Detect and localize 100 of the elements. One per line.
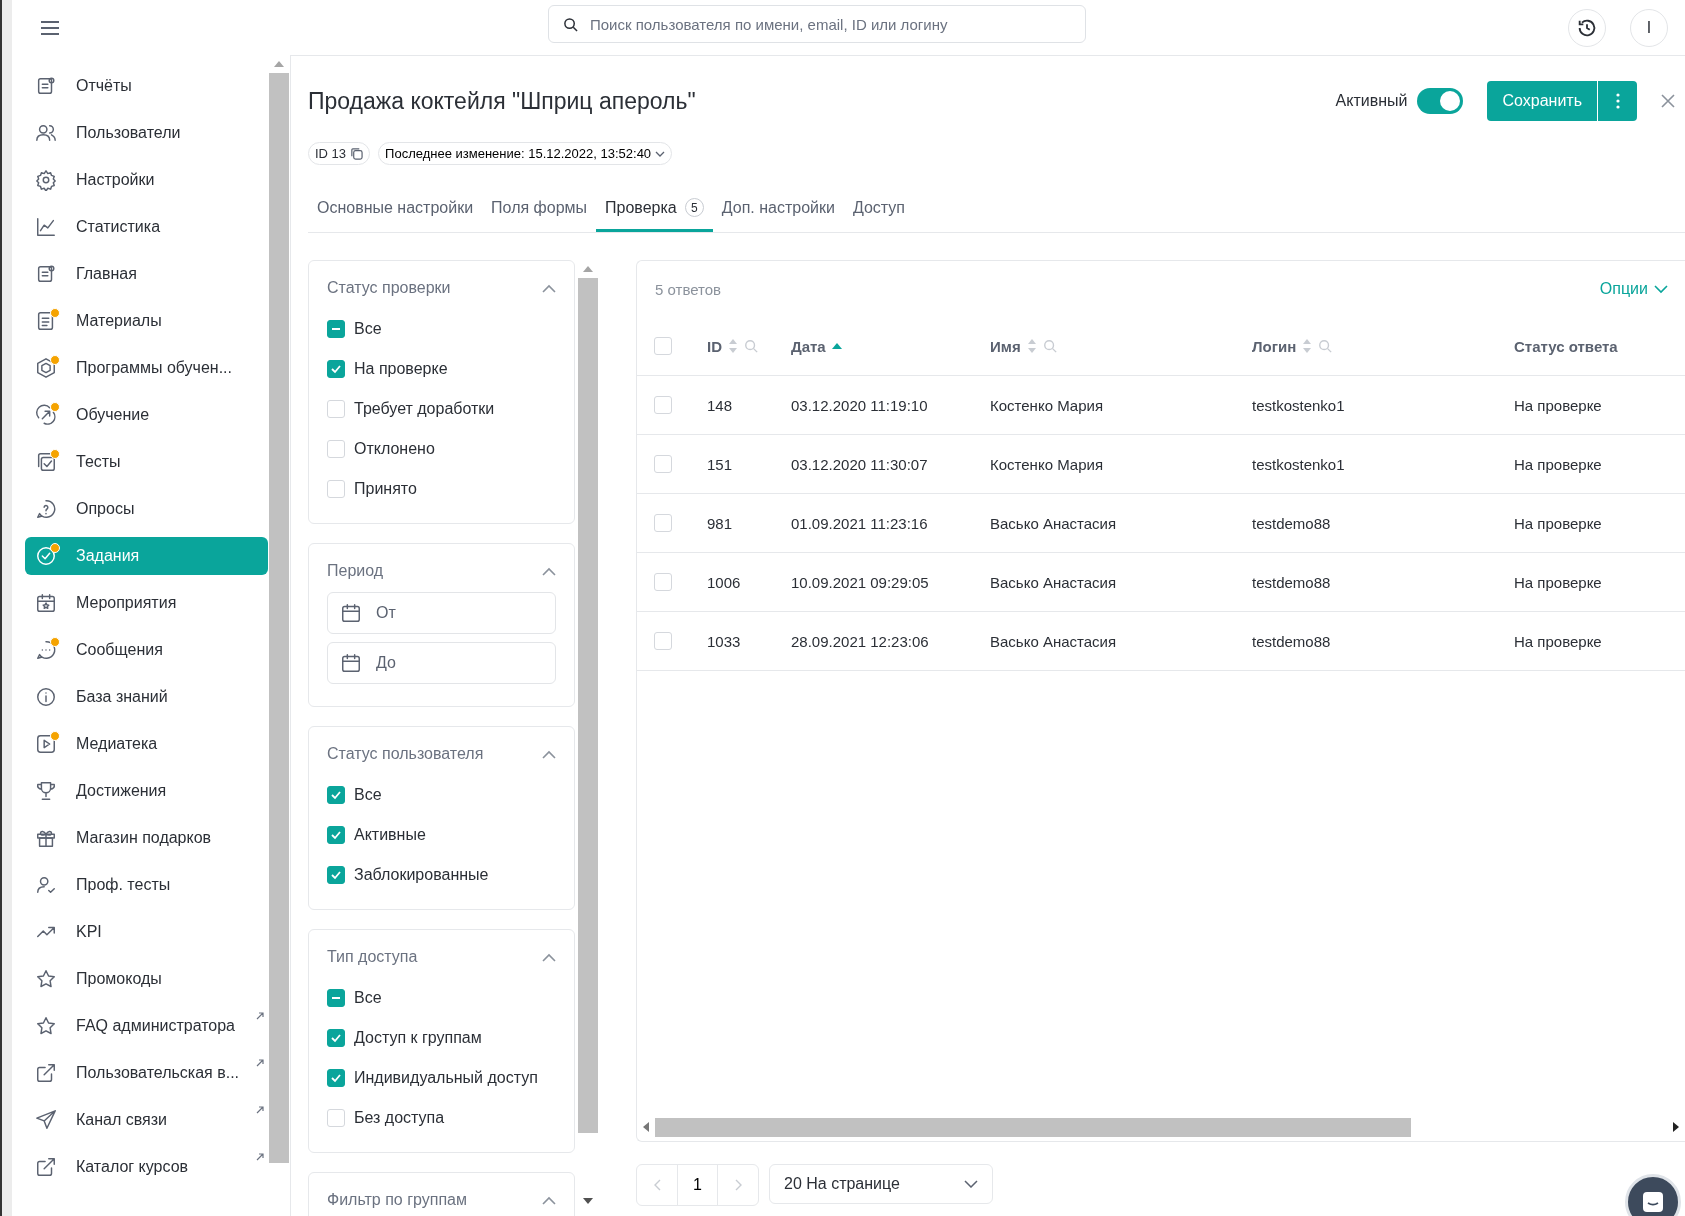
column-header[interactable]: Логин	[1252, 337, 1297, 355]
date-picker[interactable]: От	[327, 592, 556, 634]
sidebar-item[interactable]: Магазин подарков	[25, 819, 268, 857]
page-title: Продажа коктейля "Шприц апероль"	[308, 87, 697, 115]
page-size-select[interactable]: 20 На странице	[769, 1164, 993, 1204]
close-button[interactable]	[1661, 94, 1675, 108]
date-picker[interactable]: До	[327, 642, 556, 684]
trophy-icon	[35, 780, 57, 802]
table-cell: 1033	[707, 632, 741, 650]
line-chart-icon	[35, 216, 57, 238]
users-icon	[35, 122, 57, 144]
filter-title: Статус проверки	[327, 279, 451, 297]
sort-icon[interactable]	[1026, 339, 1037, 353]
sidebar-item[interactable]: Каталог курсов	[25, 1148, 268, 1186]
chevron-up-icon[interactable]	[542, 952, 556, 962]
sidebar-item[interactable]: Проф. тесты	[25, 866, 268, 904]
option-label: Доступ к группам	[354, 1029, 482, 1047]
sidebar-item[interactable]: Тесты	[25, 443, 268, 481]
column-header[interactable]: Имя	[990, 337, 1021, 355]
checkbox[interactable]	[327, 1069, 345, 1087]
chat-button[interactable]	[1625, 1174, 1681, 1216]
chevron-down-icon	[964, 1180, 978, 1188]
sidebar-item[interactable]: Достижения	[25, 772, 268, 810]
sidebar-item[interactable]: Программы обучен...	[25, 349, 268, 387]
active-toggle[interactable]	[1417, 88, 1464, 114]
sidebar-item[interactable]: Материалы	[25, 302, 268, 340]
chevron-up-icon[interactable]	[542, 749, 556, 759]
tab[interactable]: Проверка 5	[596, 189, 713, 232]
table-cell: На проверке	[1514, 455, 1602, 473]
search-box[interactable]: Поиск пользователя по имени, email, ID или логину	[548, 5, 1086, 43]
sort-ascending-icon[interactable]	[831, 343, 842, 349]
answer-count: 5 ответов	[655, 280, 722, 298]
sidebar-item[interactable]: Сообщения	[25, 631, 268, 669]
checkbox[interactable]	[327, 786, 345, 804]
sidebar-item[interactable]: База знаний	[25, 678, 268, 716]
sidebar-item[interactable]: Медиатека	[25, 725, 268, 763]
date-field[interactable]: До	[374, 653, 498, 673]
sidebar-item[interactable]: Отчёты	[25, 67, 268, 105]
sort-icon[interactable]	[728, 339, 738, 353]
sidebar-item[interactable]: Канал связи	[25, 1101, 268, 1139]
sidebar-item[interactable]: Пользовательская в...	[25, 1054, 268, 1092]
menu-icon	[40, 19, 60, 36]
chevron-left-icon	[653, 1179, 661, 1191]
table-cell: 981	[707, 514, 733, 532]
search-field[interactable]: Поиск пользователя по имени, email, ID или логину	[588, 14, 1071, 34]
date-field[interactable]: От	[374, 603, 498, 623]
check-icon	[330, 869, 342, 881]
tab[interactable]: Доп. настройки	[712, 189, 844, 232]
search-icon[interactable]	[563, 16, 578, 32]
sidebar-item[interactable]: Статистика	[25, 208, 268, 246]
sidebar-item[interactable]: Опросы	[25, 490, 268, 528]
table-cell: На проверке	[1514, 632, 1602, 650]
sidebar-item[interactable]: Обучение	[25, 396, 268, 434]
sidebar-item[interactable]: Настройки	[25, 161, 268, 199]
checkbox[interactable]	[327, 866, 345, 884]
sidebar-item[interactable]: Главная	[25, 255, 268, 293]
chevron-up-icon[interactable]	[542, 283, 556, 293]
tab[interactable]: Поля формы	[482, 189, 597, 232]
sidebar-item[interactable]: Пользователи	[25, 114, 268, 152]
more-icon	[1615, 93, 1620, 109]
chevron-up-icon[interactable]	[542, 566, 556, 576]
external-link-icon	[35, 1062, 57, 1084]
table-cell: 28.09.2021 12:23:06	[791, 632, 929, 650]
paper-plane-icon	[35, 1109, 57, 1131]
tab[interactable]: Доступ	[843, 189, 914, 232]
chat-icon	[1640, 1189, 1666, 1215]
copy-icon[interactable]	[350, 147, 364, 160]
option-label: Без доступа	[354, 1109, 445, 1127]
sidebar-item[interactable]: Мероприятия	[25, 584, 268, 622]
checkbox[interactable]	[327, 826, 345, 844]
option-label: Заблокированные	[354, 866, 489, 884]
option-label: Все	[354, 320, 382, 338]
sidebar-item[interactable]: KPI	[25, 913, 268, 951]
column-header[interactable]: Дата	[791, 337, 826, 355]
avatar-button[interactable]: I	[1630, 8, 1668, 47]
checkbox[interactable]	[327, 360, 345, 378]
more-button[interactable]	[1597, 81, 1637, 121]
last-change-dropdown[interactable]: Последнее изменение: 15.12.2022, 13:52:40	[378, 142, 673, 165]
sidebar-item[interactable]: FAQ администратора	[25, 1007, 268, 1045]
sidebar-item[interactable]: Промокоды	[25, 960, 268, 998]
chevron-up-icon[interactable]	[542, 1195, 556, 1205]
checkbox[interactable]	[327, 989, 345, 1007]
option-label: Все	[354, 989, 382, 1007]
calendar-icon	[340, 602, 362, 624]
table-cell: Васько Анастасия	[990, 632, 1117, 650]
chevron-down-icon	[655, 150, 666, 157]
history-button[interactable]	[1568, 8, 1606, 47]
option-label: Требует доработки	[354, 400, 495, 418]
table-cell: 148	[707, 396, 733, 414]
tab[interactable]: Основные настройки	[308, 189, 483, 232]
checkbox[interactable]	[327, 1029, 345, 1047]
column-header[interactable]: ID	[707, 337, 722, 355]
checkbox[interactable]	[327, 320, 345, 338]
play-icon	[35, 733, 57, 755]
column-header[interactable]: Статус ответа	[1514, 337, 1618, 355]
sort-icon[interactable]	[1302, 339, 1313, 353]
chat-bubble-icon	[35, 639, 57, 661]
table-cell: На проверке	[1514, 514, 1602, 532]
chevron-down-icon[interactable]	[1654, 284, 1668, 294]
calendar-icon	[35, 592, 57, 614]
